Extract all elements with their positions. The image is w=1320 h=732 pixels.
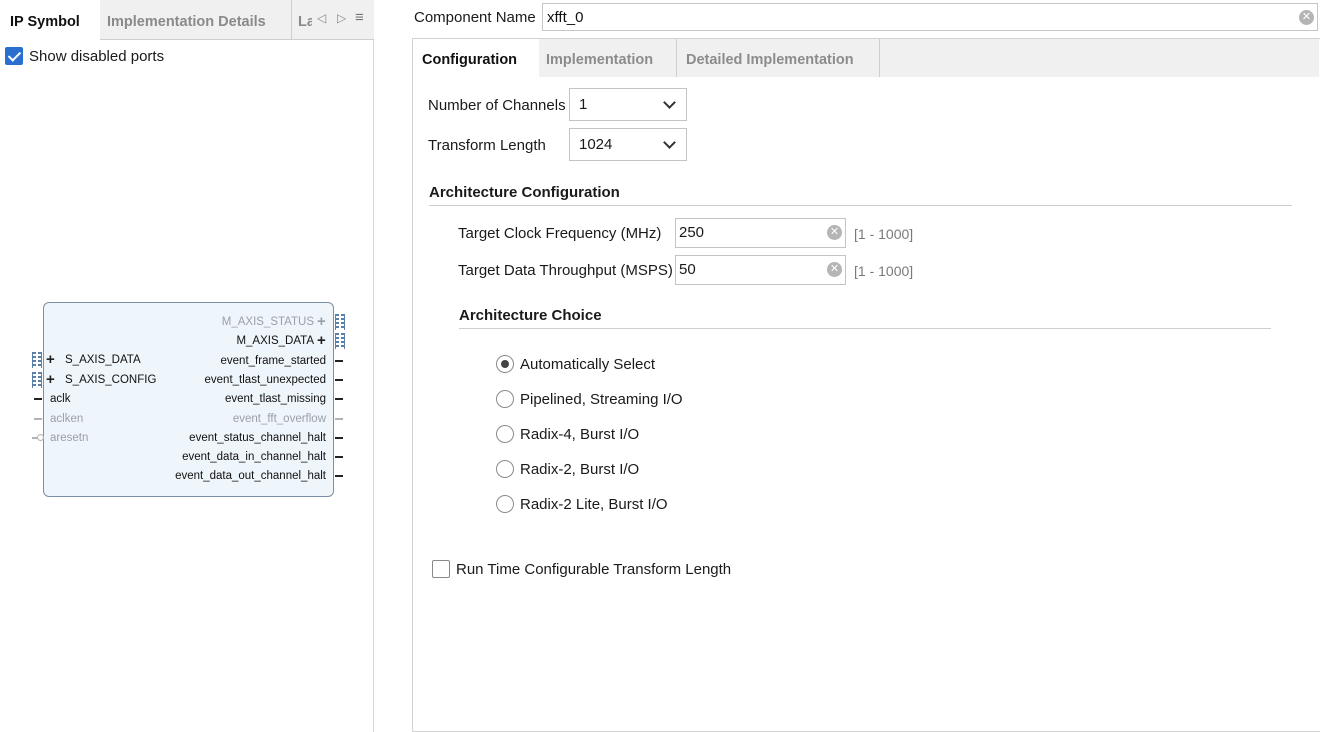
arch-option-radix2[interactable]: Radix-2, Burst I/O — [496, 459, 639, 479]
chevron-right-icon[interactable]: ▷ — [337, 11, 346, 25]
bus-icon — [335, 333, 345, 350]
tab-implementation-details[interactable]: Implementation Details — [100, 0, 292, 40]
port-label: event_tlast_missing — [225, 393, 326, 406]
checkbox-checked-icon[interactable] — [5, 47, 23, 65]
section-divider — [429, 205, 1292, 206]
config-tab-bar: Configuration Implementation Detailed Im… — [413, 39, 1319, 78]
channels-label: Number of Channels — [428, 97, 566, 114]
checkbox-icon[interactable] — [432, 560, 450, 578]
transform-length-value: 1024 — [579, 136, 613, 153]
clear-icon[interactable]: ✕ — [1299, 10, 1314, 25]
chevron-left-icon[interactable]: ◁ — [317, 11, 326, 25]
port-label: S_AXIS_CONFIG — [65, 373, 157, 386]
tab-ip-symbol[interactable]: IP Symbol — [0, 0, 100, 41]
runtime-configurable-checkbox[interactable]: Run Time Configurable Transform Length — [432, 559, 731, 579]
throughput-value: 50 — [679, 261, 696, 278]
arch-option-pipelined[interactable]: Pipelined, Streaming I/O — [496, 389, 683, 409]
show-disabled-ports-checkbox[interactable]: Show disabled ports — [5, 47, 164, 65]
clock-frequency-label: Target Clock Frequency (MHz) — [458, 225, 662, 242]
component-name-input[interactable] — [542, 3, 1318, 31]
clear-icon[interactable]: ✕ — [827, 225, 842, 240]
port-label: M_AXIS_STATUS — [221, 316, 314, 328]
port-label: S_AXIS_DATA — [65, 354, 141, 366]
channels-select[interactable]: 1 — [569, 88, 687, 121]
port-pin — [34, 417, 42, 420]
show-disabled-ports-label: Show disabled ports — [29, 47, 165, 65]
clock-frequency-value: 250 — [679, 224, 705, 241]
port-pin — [335, 359, 343, 362]
arch-option-radix2-lite[interactable]: Radix-2 Lite, Burst I/O — [496, 494, 668, 514]
tab-menu-icon[interactable]: ≡ — [355, 9, 364, 26]
port-label: event_status_channel_halt — [189, 431, 326, 444]
radio-selected-icon[interactable] — [496, 355, 514, 373]
throughput-range: [1 - 1000] — [854, 263, 914, 279]
throughput-input[interactable]: 50 ✕ — [675, 255, 846, 285]
section-divider — [459, 328, 1271, 329]
port-pin — [335, 378, 343, 381]
left-panel: IP Symbol Implementation Details La ◁ ▷ … — [0, 0, 374, 732]
radio-icon[interactable] — [496, 425, 514, 443]
channels-value: 1 — [579, 96, 588, 113]
bus-icon — [32, 371, 42, 388]
port-pin — [335, 456, 343, 459]
configuration-frame — [412, 38, 1320, 732]
reset-pin-icon — [32, 434, 44, 442]
tab-implementation[interactable]: Implementation — [539, 39, 677, 77]
arch-option-auto[interactable]: Automatically Select — [496, 354, 655, 374]
throughput-label: Target Data Throughput (MSPS) — [458, 262, 673, 279]
tab-detailed-implementation[interactable]: Detailed Implementation — [678, 39, 880, 77]
tab-la-truncated[interactable]: La — [292, 0, 312, 40]
transform-length-select[interactable]: 1024 — [569, 128, 687, 161]
radio-icon[interactable] — [496, 495, 514, 513]
arch-option-label: Pipelined, Streaming I/O — [520, 390, 683, 408]
port-label: event_data_in_channel_halt — [182, 451, 326, 464]
arch-option-radix4[interactable]: Radix-4, Burst I/O — [496, 424, 639, 444]
bus-icon — [335, 314, 345, 330]
arch-option-label: Radix-4, Burst I/O — [520, 425, 640, 443]
plus-icon[interactable]: + — [46, 372, 55, 387]
port-label: aresetn — [50, 432, 89, 444]
port-pin — [335, 436, 343, 439]
clear-icon[interactable]: ✕ — [827, 262, 842, 277]
radio-icon[interactable] — [496, 460, 514, 478]
port-label: aclk — [50, 393, 71, 405]
plus-icon[interactable]: + — [317, 314, 326, 329]
radio-icon[interactable] — [496, 390, 514, 408]
arch-option-label: Radix-2 Lite, Burst I/O — [520, 495, 668, 513]
port-pin — [335, 475, 343, 478]
clock-frequency-input[interactable]: 250 ✕ — [675, 218, 846, 248]
tab-configuration[interactable]: Configuration — [413, 39, 539, 78]
port-pin — [335, 398, 343, 401]
chevron-down-icon — [663, 136, 676, 149]
port-label: M_AXIS_DATA — [236, 335, 314, 348]
port-pin — [34, 398, 42, 400]
port-pin — [335, 417, 343, 420]
plus-icon[interactable]: + — [317, 333, 326, 348]
bus-icon — [32, 352, 42, 368]
arch-option-label: Radix-2, Burst I/O — [520, 460, 640, 478]
port-label: event_fft_overflow — [232, 412, 326, 425]
component-name-label: Component Name — [414, 9, 536, 26]
clock-frequency-range: [1 - 1000] — [854, 226, 914, 242]
arch-option-label: Automatically Select — [520, 355, 656, 373]
architecture-choice-title: Architecture Choice — [459, 307, 602, 324]
port-label: aclken — [50, 412, 84, 425]
left-tab-bar: IP Symbol Implementation Details La ◁ ▷ … — [0, 0, 374, 41]
runtime-configurable-label: Run Time Configurable Transform Length — [456, 560, 732, 578]
chevron-down-icon — [663, 96, 676, 109]
plus-icon[interactable]: + — [46, 352, 55, 367]
port-label: event_data_out_channel_halt — [175, 470, 326, 483]
transform-length-label: Transform Length — [428, 137, 546, 154]
architecture-configuration-title: Architecture Configuration — [429, 184, 620, 201]
